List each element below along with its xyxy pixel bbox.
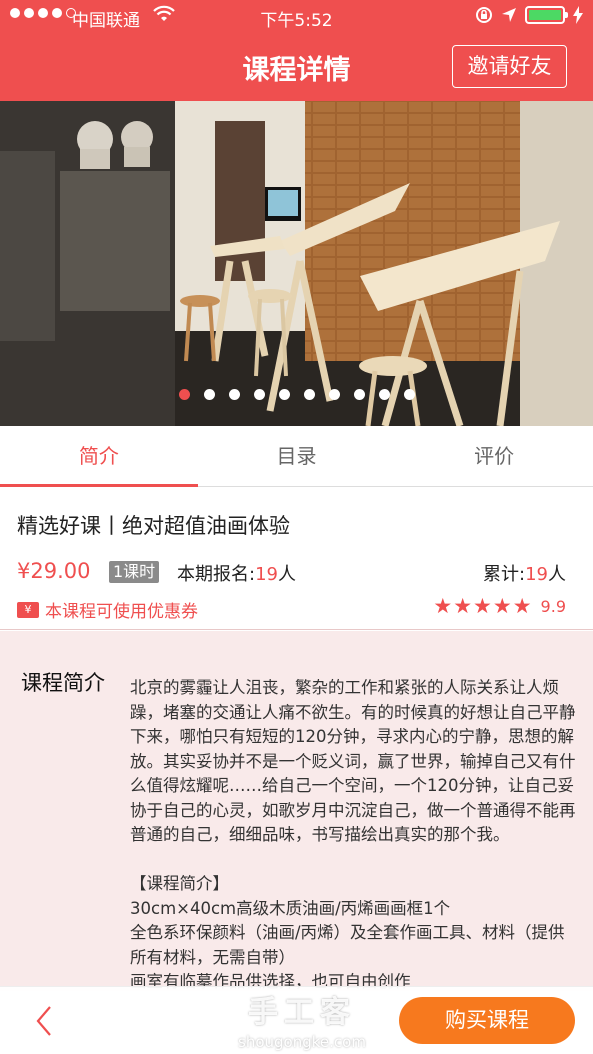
course-rating: ★★★★★ 9.9	[433, 594, 566, 618]
bottom-action-bar: 手工客 shougongke.com 购买课程	[0, 986, 593, 1054]
coupon-notice[interactable]: ¥ 本课程可使用优惠券	[17, 597, 198, 622]
total-unit: 人	[548, 564, 566, 585]
tab-reviews[interactable]: 评价	[395, 426, 593, 486]
battery-icon	[525, 6, 568, 24]
charging-bolt-icon	[573, 6, 583, 24]
status-bar: 中国联通 下午5:52	[0, 0, 593, 34]
intro-body: 北京的雾霾让人沮丧，繁杂的工作和紧张的人际关系让人烦躁，堵塞的交通让人痛不欲生。…	[130, 678, 576, 991]
location-arrow-icon	[502, 8, 516, 22]
tab-bar: 简介 目录 评价	[0, 426, 593, 487]
carousel-dot[interactable]	[403, 389, 415, 400]
course-price: ¥29.00	[17, 559, 91, 583]
star-rating-icon: ★★★★★	[433, 594, 533, 618]
total-label: 累计:	[483, 564, 526, 585]
total-enrollment: 累计:19人	[483, 560, 566, 586]
enroll-label: 本期报名:	[177, 564, 256, 585]
top-bar: 中国联通 下午5:52 课程详情 邀请好友	[0, 0, 593, 101]
studio-photo	[0, 101, 593, 426]
watermark-en: shougongke.com	[238, 1033, 366, 1051]
carousel-dot[interactable]	[378, 389, 390, 400]
tab-catalog[interactable]: 目录	[198, 426, 396, 486]
carousel-dot[interactable]	[278, 389, 290, 400]
total-count: 19	[525, 564, 548, 585]
back-arrow-icon[interactable]	[30, 1003, 58, 1039]
carousel-dot[interactable]	[328, 389, 340, 400]
intro-heading: 课程简介	[21, 671, 105, 695]
invite-friends-button[interactable]: 邀请好友	[452, 45, 567, 88]
buy-course-button[interactable]: 购买课程	[399, 997, 575, 1044]
carousel-dot[interactable]	[353, 389, 365, 400]
course-info: 精选好课丨绝对超值油画体验 ¥29.00 1课时 本期报名:19人 累计:19人…	[0, 488, 593, 630]
lesson-count-badge: 1课时	[109, 561, 160, 583]
rotation-lock-icon	[476, 7, 492, 23]
watermark-cn: 手工客	[248, 995, 356, 1030]
tab-intro[interactable]: 简介	[0, 426, 198, 487]
carousel-dot[interactable]	[178, 389, 190, 400]
coupon-text: 本课程可使用优惠券	[45, 602, 198, 622]
course-intro-section: 课程简介 北京的雾霾让人沮丧，繁杂的工作和紧张的人际关系让人烦躁，堵塞的交通让人…	[0, 631, 593, 991]
rating-score: 9.9	[540, 596, 566, 616]
watermark-logo: 手工客 shougongke.com	[222, 987, 382, 1051]
carousel-dot[interactable]	[203, 389, 215, 400]
enroll-count: 19	[255, 564, 278, 585]
carousel-dot[interactable]	[228, 389, 240, 400]
coupon-icon: ¥	[17, 601, 39, 618]
current-enrollment: 本期报名:19人	[177, 560, 296, 586]
carousel-dot[interactable]	[253, 389, 265, 400]
course-image-carousel[interactable]	[0, 101, 593, 426]
enroll-unit: 人	[277, 564, 296, 585]
carousel-dot[interactable]	[303, 389, 315, 400]
carousel-indicator[interactable]	[0, 389, 593, 400]
course-title: 精选好课丨绝对超值油画体验	[17, 514, 290, 538]
